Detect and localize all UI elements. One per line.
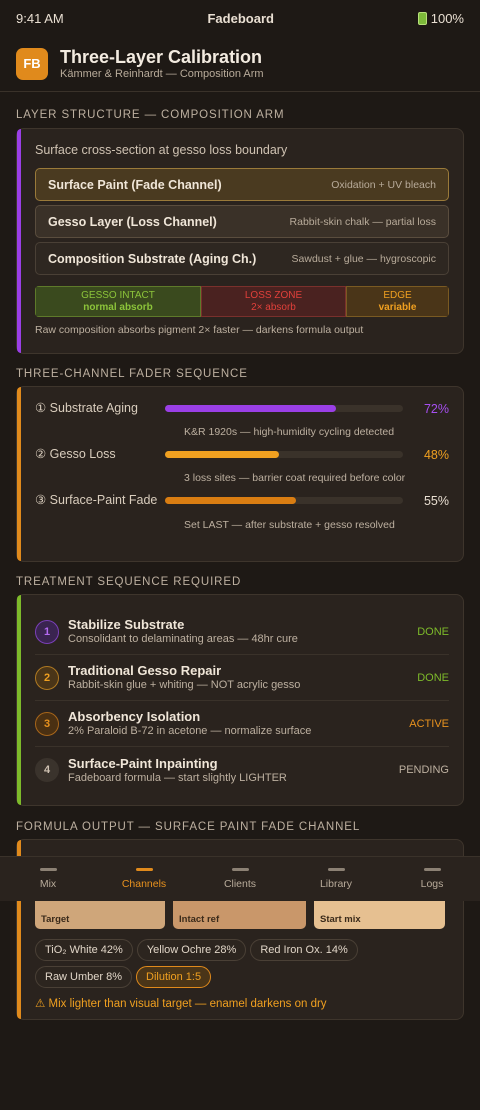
pigment-chip[interactable]: Raw Umber 8% [35, 966, 133, 988]
fader-sequence-card: ① Substrate Aging 72% K&R 1920s — high-h… [16, 386, 464, 562]
absorption-zones: Gesso Intact normal absorb Loss Zone 2× … [35, 286, 449, 317]
swatch-target[interactable]: Target [35, 898, 165, 929]
layer-structure-card: Surface cross-section at gesso loss boun… [16, 128, 464, 354]
page-subtitle: Kämmer & Reinhardt — Composition Arm [60, 67, 264, 80]
fader-track[interactable] [165, 405, 403, 412]
step-title: Surface-Paint Inpainting [68, 755, 218, 771]
layer-name: Composition Substrate (Aging Ch.) [48, 251, 257, 266]
step-desc: Rabbit-skin glue + whiting — NOT acrylic… [68, 679, 301, 691]
layer-structure-heading: Layer Structure — Composition Arm [16, 109, 285, 121]
fader-fill [165, 451, 280, 458]
tab-logs[interactable]: Logs [384, 857, 480, 901]
app-logo[interactable]: FB [16, 47, 48, 80]
step-status: DONE [417, 625, 449, 638]
step-desc: 2% Paraloid B-72 in acetone — normalize … [68, 725, 312, 737]
page-header: FB Three-Layer Calibration Kämmer & Rein… [0, 36, 480, 92]
step-absorbency-isolation[interactable]: 3 Absorbency Isolation 2% Paraloid B-72 … [35, 701, 449, 747]
treatment-card: 1 Stabilize Substrate Consolidant to del… [16, 594, 464, 806]
fader-track[interactable] [165, 451, 403, 458]
layer-name: Gesso Layer (Loss Channel) [48, 214, 217, 229]
step-status: ACTIVE [409, 717, 449, 730]
fader-note: Set LAST — after substrate + gesso resol… [184, 519, 395, 531]
fader-label: ② Gesso Loss [35, 447, 116, 461]
pigment-chip[interactable]: Red Iron Ox. 14% [250, 939, 358, 961]
tab-clients[interactable]: Clients [192, 857, 288, 901]
step-number: 1 [35, 619, 59, 644]
tab-library[interactable]: Library [288, 857, 384, 901]
zone-gesso-intact: Gesso Intact normal absorb [35, 286, 201, 317]
fader-track[interactable] [165, 497, 403, 504]
pigment-chip[interactable]: Yellow Ochre 28% [136, 939, 247, 961]
step-title: Stabilize Substrate [68, 617, 185, 632]
step-stabilize-substrate[interactable]: 1 Stabilize Substrate Consolidant to del… [35, 609, 449, 655]
step-status: DONE [417, 671, 449, 684]
pigment-chip[interactable]: TiO₂ White 42% [35, 939, 133, 961]
formula-warning: ⚠ Mix lighter than visual target — ename… [35, 998, 327, 1010]
channels-icon [135, 868, 153, 871]
step-desc: Consolidant to delaminating areas — 48hr… [68, 633, 298, 645]
fader-fill [165, 497, 296, 504]
swatch-intact-ref[interactable]: Intact ref [173, 898, 306, 929]
logs-icon [423, 868, 441, 871]
step-number: 3 [35, 711, 59, 736]
step-status: PENDING [398, 764, 449, 776]
clients-icon [231, 868, 249, 871]
fader-note: 3 loss sites — barrier coat required bef… [184, 472, 406, 484]
dilution-chip[interactable]: Dilution 1:5 [136, 966, 212, 988]
step-title: Absorbency Isolation [68, 709, 201, 724]
layer-surface-paint[interactable]: Surface Paint (Fade Channel) Oxidation +… [35, 168, 449, 201]
card-accent-bar [17, 595, 21, 805]
swatch-row: Target Intact ref Start mix [35, 898, 449, 929]
cross-section-caption: Surface cross-section at gesso loss boun… [35, 143, 288, 157]
fader-value: 72% [423, 401, 449, 416]
fader-fill [165, 405, 337, 412]
status-bar: 9:41 AM Fadeboard 100% [0, 0, 480, 36]
layer-gesso[interactable]: Gesso Layer (Loss Channel) Rabbit-skin c… [35, 205, 449, 238]
layer-desc: Rabbit-skin chalk — partial loss [289, 215, 436, 228]
tab-mix[interactable]: Mix [0, 857, 96, 901]
fader-gesso-loss[interactable]: ② Gesso Loss 48% [35, 447, 449, 462]
fader-surface-paint-fade[interactable]: ③ Surface-Paint Fade 55% [35, 493, 449, 508]
tab-channels[interactable]: Channels [96, 857, 192, 901]
fader-label: ① Substrate Aging [35, 401, 138, 415]
status-time: 9:41 AM [16, 10, 64, 26]
battery-level: 100% [430, 10, 464, 26]
absorption-note: Raw composition absorbs pigment 2× faste… [35, 324, 364, 336]
status-app-name: Fadeboard [207, 10, 274, 26]
layer-name: Surface Paint (Fade Channel) [48, 177, 222, 192]
layer-desc: Sawdust + glue — hygroscopic [291, 252, 436, 265]
fader-sequence-heading: Three-Channel Fader Sequence [16, 368, 248, 380]
page-title: Three-Layer Calibration [60, 46, 263, 67]
fader-note: K&R 1920s — high-humidity cycling detect… [184, 426, 395, 438]
step-title: Traditional Gesso Repair [68, 663, 222, 678]
step-gesso-repair[interactable]: 2 Traditional Gesso Repair Rabbit-skin g… [35, 655, 449, 701]
step-number: 4 [35, 758, 59, 782]
zone-loss: Loss Zone 2× absorb [201, 286, 346, 317]
fader-value: 48% [423, 447, 449, 462]
swatch-start-mix[interactable]: Start mix [314, 898, 445, 929]
library-icon [327, 868, 345, 871]
battery-icon [417, 11, 427, 25]
formula-heading: Formula Output — Surface Paint Fade Chan… [16, 821, 361, 833]
mix-icon [39, 868, 57, 871]
layer-substrate[interactable]: Composition Substrate (Aging Ch.) Sawdus… [35, 242, 449, 275]
card-accent-bar [17, 129, 21, 353]
card-accent-bar [17, 387, 21, 561]
battery-indicator: 100% [417, 10, 464, 26]
layer-desc: Oxidation + UV bleach [331, 178, 436, 191]
pigment-chips: TiO₂ White 42% Yellow Ochre 28% Red Iron O… [35, 939, 449, 961]
fader-substrate-aging[interactable]: ① Substrate Aging 72% [35, 401, 449, 416]
step-number: 2 [35, 665, 59, 690]
treatment-heading: Treatment Sequence Required [16, 576, 242, 588]
zone-edge: Edge variable [346, 286, 449, 317]
step-surface-inpainting[interactable]: 4 Surface-Paint Inpainting Fadeboard for… [35, 747, 449, 793]
fader-value: 55% [423, 493, 449, 508]
step-desc: Fadeboard formula — start slightly LIGHT… [68, 771, 287, 784]
fader-label: ③ Surface-Paint Fade [35, 493, 158, 507]
tab-bar: Mix Channels Clients Library Logs [0, 856, 480, 901]
